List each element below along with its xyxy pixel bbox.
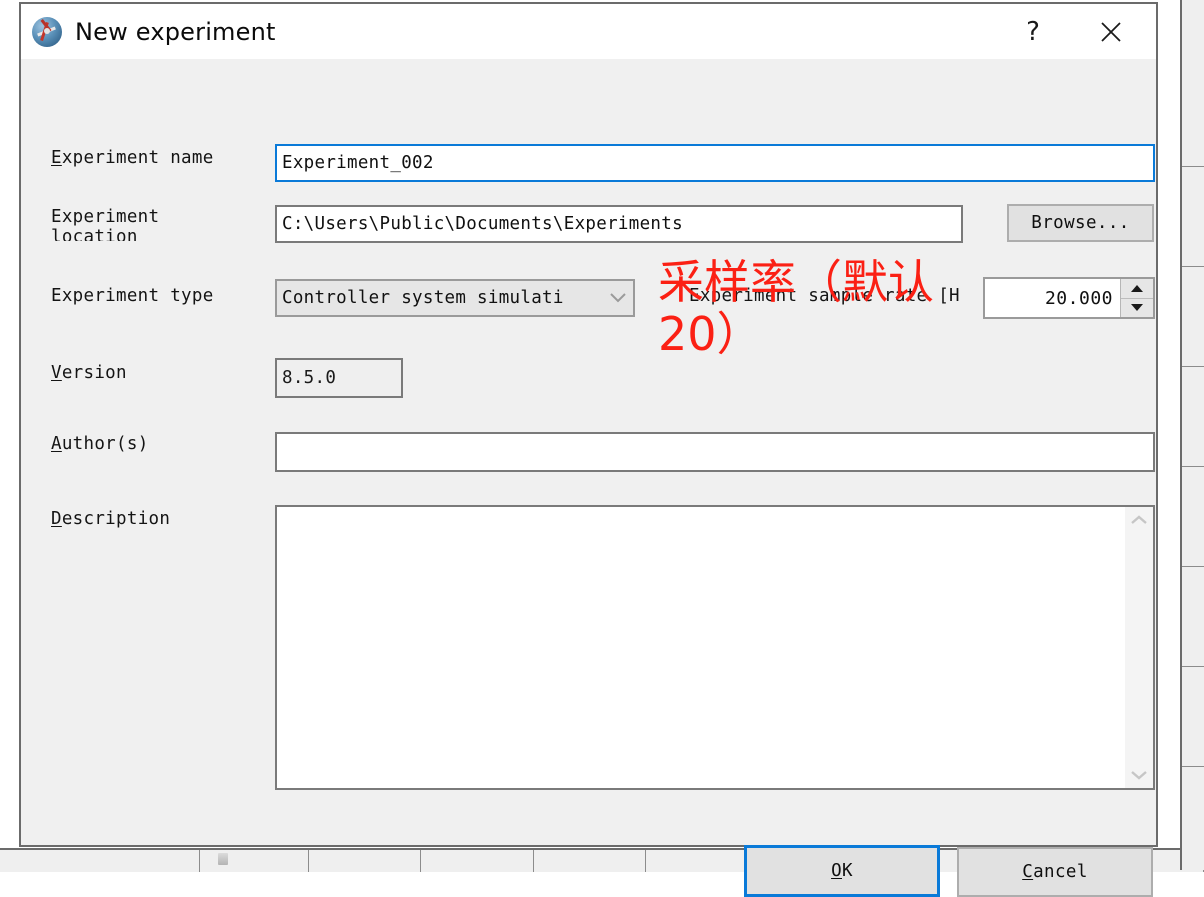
dialog-title: New experiment xyxy=(75,18,276,46)
mnemonic-letter: V xyxy=(51,363,62,383)
experiment-type-label: Experiment type xyxy=(51,286,214,306)
label-rest: ersion xyxy=(62,363,127,383)
experiment-type-value: Controller system simulati xyxy=(282,288,603,308)
scroll-up-icon[interactable] xyxy=(1125,507,1153,533)
label-line-1: Experiment xyxy=(51,207,159,227)
label-rest: uthor(s) xyxy=(62,434,149,454)
sample-rate-label: Experiment sample rate [H xyxy=(689,286,960,306)
background-row-divider xyxy=(1182,666,1204,667)
new-experiment-dialog: New experiment ? Experiment name Experim… xyxy=(19,2,1158,847)
help-icon[interactable]: ? xyxy=(1002,4,1064,59)
ok-button[interactable]: OK xyxy=(744,845,940,897)
background-cell xyxy=(534,850,646,872)
sample-rate-value[interactable]: 20.000 xyxy=(985,279,1120,317)
browse-button[interactable]: Browse... xyxy=(1007,204,1154,242)
authors-input[interactable] xyxy=(275,432,1155,472)
dialog-body: Experiment name Experiment_002 Experimen… xyxy=(21,59,1156,845)
authors-label: Author(s) xyxy=(51,434,149,454)
button-label-rest: ancel xyxy=(1033,862,1088,882)
sample-rate-spinner[interactable]: 20.000 xyxy=(983,277,1155,319)
experiment-location-input[interactable]: C:\Users\Public\Documents\Experiments xyxy=(275,205,963,243)
label-rest: escription xyxy=(62,509,170,529)
spinner-up-icon[interactable] xyxy=(1121,279,1153,299)
cancel-button[interactable]: Cancel xyxy=(957,847,1153,897)
version-label: Version xyxy=(51,363,127,383)
description-textarea-container xyxy=(275,505,1155,790)
background-cell-icon xyxy=(218,853,228,865)
spinner-down-icon[interactable] xyxy=(1121,299,1153,318)
description-label: Description xyxy=(51,509,170,529)
mnemonic-letter: O xyxy=(831,861,842,881)
label-line-2: location xyxy=(51,227,138,241)
experiment-name-label: Experiment name xyxy=(51,148,214,168)
description-scrollbar[interactable] xyxy=(1125,507,1153,788)
background-row-divider xyxy=(1182,566,1204,567)
version-input[interactable]: 8.5.0 xyxy=(275,358,403,398)
background-cell xyxy=(200,850,309,872)
background-right-column xyxy=(1180,0,1204,870)
experiment-name-input[interactable]: Experiment_002 xyxy=(275,144,1155,182)
description-textarea[interactable] xyxy=(277,507,1125,788)
background-cell xyxy=(421,850,533,872)
chevron-down-icon xyxy=(603,293,633,303)
mnemonic-letter: D xyxy=(51,509,62,529)
background-row-divider xyxy=(1182,366,1204,367)
dialog-titlebar: New experiment ? xyxy=(21,4,1156,59)
label-rest: xperiment name xyxy=(62,148,214,168)
experiment-location-label: Experimentlocation xyxy=(51,207,251,241)
background-row-divider xyxy=(1182,266,1204,267)
experiment-globe-icon xyxy=(32,17,62,47)
mnemonic-letter: A xyxy=(51,434,62,454)
scroll-down-icon[interactable] xyxy=(1125,762,1153,788)
mnemonic-letter: E xyxy=(51,148,62,168)
background-cell xyxy=(0,850,200,872)
button-label-rest: K xyxy=(842,861,853,881)
spinner-buttons xyxy=(1120,279,1153,317)
experiment-type-select[interactable]: Controller system simulati xyxy=(275,279,635,317)
background-row-divider xyxy=(1182,766,1204,767)
close-icon[interactable] xyxy=(1080,4,1142,59)
background-cell xyxy=(309,850,421,872)
mnemonic-letter: C xyxy=(1022,862,1033,882)
background-row-divider xyxy=(1182,466,1204,467)
background-row-divider xyxy=(1182,166,1204,167)
background-cell xyxy=(646,850,758,872)
